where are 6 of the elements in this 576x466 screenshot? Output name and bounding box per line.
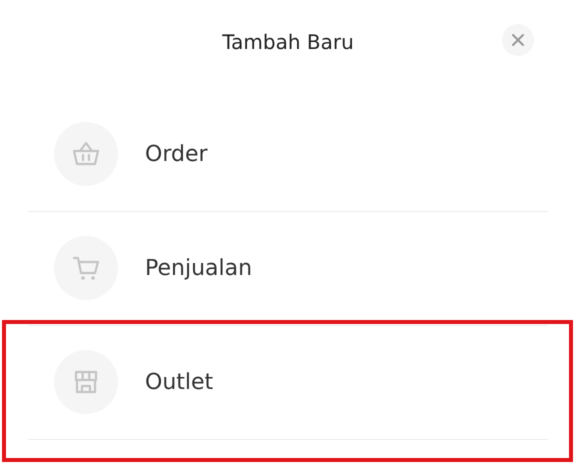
close-icon [512, 34, 524, 46]
menu-item[interactable]: Penjualan [28, 211, 548, 326]
menu-item[interactable]: Outlet [28, 325, 548, 440]
close-button[interactable] [502, 24, 534, 56]
dialog-title: Tambah Baru [222, 30, 354, 54]
menu-item[interactable]: Order [28, 97, 548, 212]
